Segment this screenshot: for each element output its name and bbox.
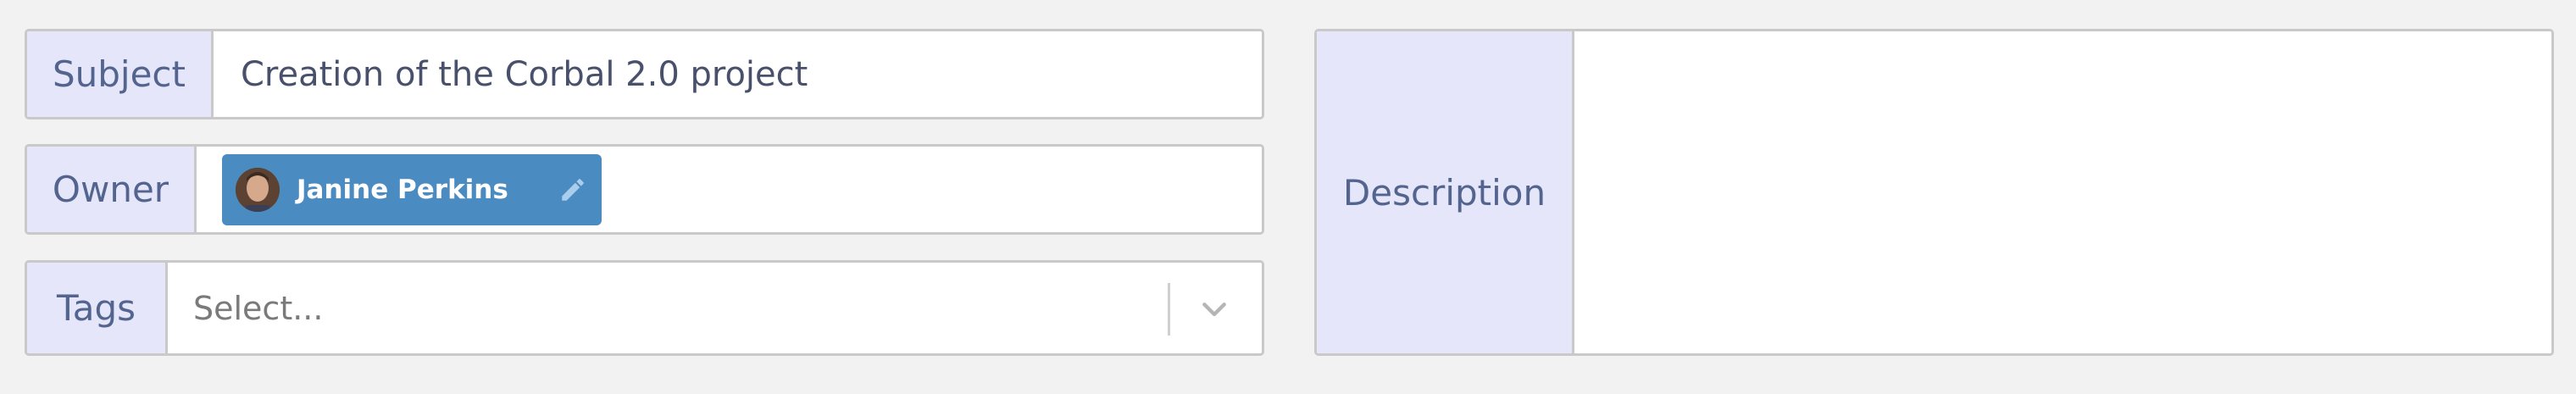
subject-input[interactable]: Creation of the Corbal 2.0 project [214, 31, 1262, 117]
select-divider [1168, 283, 1170, 336]
tags-field: Tags Select... [25, 260, 1264, 356]
tags-placeholder: Select... [193, 289, 324, 327]
subject-label: Subject [27, 31, 214, 117]
owner-value[interactable]: Janine Perkins [197, 147, 1262, 232]
description-label: Description [1317, 31, 1574, 353]
tags-select[interactable]: Select... [168, 263, 1262, 353]
subject-field: Subject Creation of the Corbal 2.0 proje… [25, 29, 1264, 119]
pencil-icon[interactable] [556, 173, 590, 207]
owner-field: Owner Janine Perkins [25, 144, 1264, 235]
description-textarea[interactable] [1574, 31, 2551, 353]
owner-name: Janine Perkins [297, 174, 508, 205]
tags-label: Tags [27, 263, 168, 353]
owner-label: Owner [27, 147, 197, 232]
description-field: Description [1314, 29, 2554, 356]
chevron-down-icon[interactable] [1196, 291, 1233, 329]
user-avatar [236, 167, 280, 212]
owner-chip[interactable]: Janine Perkins [222, 153, 602, 225]
